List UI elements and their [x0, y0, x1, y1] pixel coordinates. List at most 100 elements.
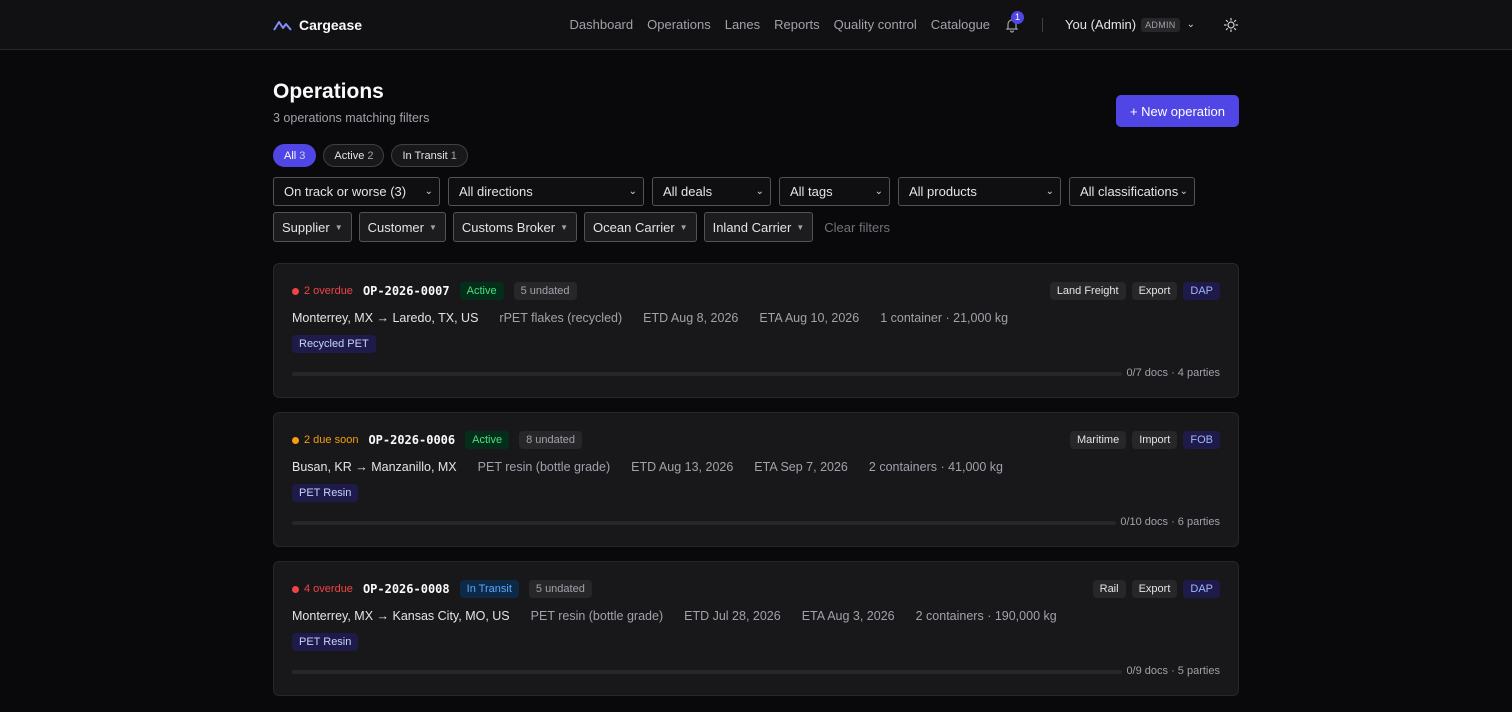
notification-count: 1	[1011, 10, 1025, 24]
caret-down-icon: ▼	[560, 222, 569, 232]
new-operation-button[interactable]: + New operation	[1115, 95, 1239, 127]
due-indicator: 2 overdue	[292, 285, 353, 297]
undated-badge: 5 undated	[513, 282, 577, 300]
route: Monterrey, MX → Kansas City, MO, US	[292, 609, 510, 623]
status-badge: Active	[459, 282, 504, 300]
direction-filter-select[interactable]: All directions ⌄	[448, 177, 644, 206]
dropdown-label: Inland Carrier	[712, 219, 792, 235]
mode-chip: Rail	[1092, 580, 1126, 598]
user-menu[interactable]: You (Admin) ADMIN ⌄	[1065, 17, 1195, 32]
tab-in-transit[interactable]: In Transit 1	[391, 144, 468, 167]
classification-filter-select[interactable]: All classifications ⌄	[1069, 177, 1195, 206]
due-text: 2 overdue	[304, 285, 353, 297]
deal-filter-select[interactable]: All deals ⌄	[652, 177, 771, 206]
direction-chip: Export	[1131, 282, 1178, 300]
supplier-filter-dropdown[interactable]: Supplier ▼	[273, 212, 352, 242]
product-tag: PET Resin	[292, 484, 359, 502]
nav-dashboard[interactable]: Dashboard	[570, 17, 634, 32]
select-value: All directions	[459, 184, 533, 199]
tag-filter-select[interactable]: All tags ⌄	[779, 177, 890, 206]
due-dot-icon	[292, 436, 299, 444]
status-filter-select[interactable]: On track or worse (3) ⌄	[273, 177, 440, 206]
customs-broker-filter-dropdown[interactable]: Customs Broker ▼	[452, 212, 578, 242]
notifications-button[interactable]: 1	[1004, 10, 1025, 33]
route: Monterrey, MX → Laredo, TX, US	[292, 311, 479, 325]
user-name: You (Admin)	[1065, 17, 1137, 32]
nav-catalogue[interactable]: Catalogue	[931, 17, 990, 32]
tab-label: All	[284, 149, 297, 162]
product-filter-select[interactable]: All products ⌄	[898, 177, 1061, 206]
eta: ETA Aug 10, 2026	[759, 311, 860, 325]
tab-active[interactable]: Active 2	[323, 144, 385, 167]
page-title: Operations	[273, 80, 384, 103]
due-text: 4 overdue	[304, 583, 353, 595]
tab-count: 1	[450, 149, 457, 162]
app-logo[interactable]: Cargease	[273, 17, 362, 33]
load: 2 containers · 190,000 kg	[915, 609, 1057, 623]
product-tag: Recycled PET	[292, 335, 376, 353]
select-value: All tags	[790, 184, 833, 199]
select-value: All classifications	[1080, 184, 1179, 199]
due-indicator: 4 overdue	[292, 583, 353, 595]
undated-badge: 8 undated	[519, 431, 583, 449]
load: 2 containers · 41,000 kg	[868, 460, 1004, 474]
operation-id[interactable]: OP-2026-0008	[363, 582, 450, 596]
direction-chip: Export	[1131, 580, 1178, 598]
product: PET resin (bottle grade)	[477, 460, 611, 474]
card-header: 4 overdue OP-2026-0008 In Transit 5 undated	[292, 580, 592, 598]
card-header: 2 overdue OP-2026-0007 Active 5 undated	[292, 282, 577, 300]
chevron-down-icon: ⌄	[1045, 186, 1054, 197]
nav-quality-control[interactable]: Quality control	[834, 17, 917, 32]
chevron-down-icon: ⌄	[1179, 186, 1188, 197]
operation-id[interactable]: OP-2026-0007	[363, 284, 450, 298]
chevron-down-icon: ⌄	[628, 186, 637, 197]
app-name: Cargease	[299, 16, 363, 33]
nav-operations[interactable]: Operations	[647, 17, 711, 32]
incoterm-chip: DAP	[1183, 282, 1220, 300]
clear-filters-button[interactable]: Clear filters	[824, 220, 890, 235]
main-nav: Dashboard Operations Lanes Reports Quali…	[570, 10, 1195, 33]
operation-details: Monterrey, MX → Laredo, TX, US rPET flake…	[292, 311, 1008, 325]
operation-id[interactable]: OP-2026-0006	[368, 433, 455, 447]
operation-card[interactable]: 2 due soon OP-2026-0006 Active 8 undated Mar…	[273, 412, 1239, 547]
status-badge: In Transit	[459, 580, 519, 598]
theme-toggle-sun-icon[interactable]	[1223, 17, 1239, 33]
undated-badge: 5 undated	[528, 580, 592, 598]
docs-progress-bar	[292, 372, 1122, 376]
caret-down-icon: ▼	[796, 222, 805, 232]
dropdown-label: Ocean Carrier	[593, 219, 675, 235]
operation-details: Monterrey, MX → Kansas City, MO, US PET r…	[292, 609, 1057, 623]
operation-chips: Land Freight Export DAP	[1049, 282, 1220, 300]
eta: ETA Aug 3, 2026	[801, 609, 895, 623]
nav-lanes[interactable]: Lanes	[725, 17, 760, 32]
dropdown-label: Supplier	[282, 219, 330, 235]
product: rPET flakes (recycled)	[499, 311, 623, 325]
docs-progress-bar	[292, 521, 1116, 525]
operation-card[interactable]: 4 overdue OP-2026-0008 In Transit 5 undated…	[273, 561, 1239, 696]
status-tabs: All 3 Active 2 In Transit 1	[273, 144, 468, 167]
operation-chips: Rail Export DAP	[1092, 580, 1220, 598]
operation-chips: Maritime Import FOB	[1070, 431, 1220, 449]
due-dot-icon	[292, 585, 299, 593]
due-dot-icon	[292, 287, 299, 295]
card-header: 2 due soon OP-2026-0006 Active 8 undated	[292, 431, 583, 449]
chevron-down-icon: ⌄	[1186, 19, 1195, 30]
customer-filter-dropdown[interactable]: Customer ▼	[358, 212, 446, 242]
operation-details: Busan, KR → Manzanillo, MX PET resin (bot…	[292, 460, 1003, 474]
caret-down-icon: ▼	[334, 222, 343, 232]
tab-all[interactable]: All 3	[273, 144, 317, 167]
select-value: On track or worse (3)	[284, 184, 407, 199]
top-bar: Cargease Dashboard Operations Lanes Repo…	[0, 0, 1512, 50]
chevron-down-icon: ⌄	[755, 186, 764, 197]
ocean-carrier-filter-dropdown[interactable]: Ocean Carrier ▼	[584, 212, 697, 242]
route: Busan, KR → Manzanillo, MX	[292, 460, 457, 474]
nav-reports[interactable]: Reports	[774, 17, 820, 32]
caret-down-icon: ▼	[679, 222, 688, 232]
operation-card[interactable]: 2 overdue OP-2026-0007 Active 5 undated Land…	[273, 263, 1239, 398]
etd: ETD Jul 28, 2026	[684, 609, 781, 623]
docs-summary: 0/7 docs · 4 parties	[1126, 367, 1220, 379]
tab-label: Active	[334, 149, 365, 162]
tab-count: 2	[367, 149, 374, 162]
incoterm-chip: FOB	[1183, 431, 1220, 449]
inland-carrier-filter-dropdown[interactable]: Inland Carrier ▼	[703, 212, 814, 242]
